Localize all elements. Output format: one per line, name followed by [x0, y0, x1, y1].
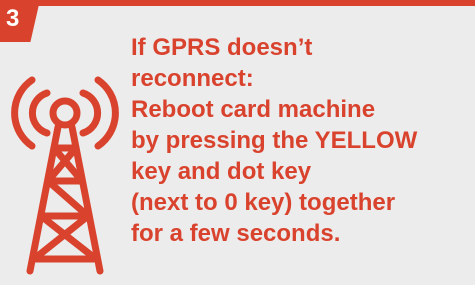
signal-wave-inner-left — [28, 89, 51, 137]
heading-line-2: reconnect: — [131, 65, 254, 92]
signal-wave-inner-right — [79, 89, 102, 137]
instruction-line-1: Reboot card machine — [131, 96, 376, 123]
instruction-line-4: (next to 0 key) together — [131, 189, 396, 216]
instruction-line-3: key and dot key — [131, 158, 312, 185]
antenna-head — [49, 97, 81, 129]
instruction-line-5: for a few seconds. — [131, 220, 341, 247]
instruction-card: 3 If GPRS doesn’t reconnect: Reboot card… — [0, 0, 475, 285]
instruction-line-2: by pressing the YELLOW — [131, 127, 418, 154]
instruction-text-block: If GPRS doesn’t reconnect: Reboot card m… — [131, 32, 471, 249]
step-number: 3 — [6, 5, 20, 32]
heading-line-1: If GPRS doesn’t — [131, 34, 313, 61]
cell-tower-signal-icon — [4, 66, 126, 276]
top-accent-stripe — [0, 0, 475, 6]
